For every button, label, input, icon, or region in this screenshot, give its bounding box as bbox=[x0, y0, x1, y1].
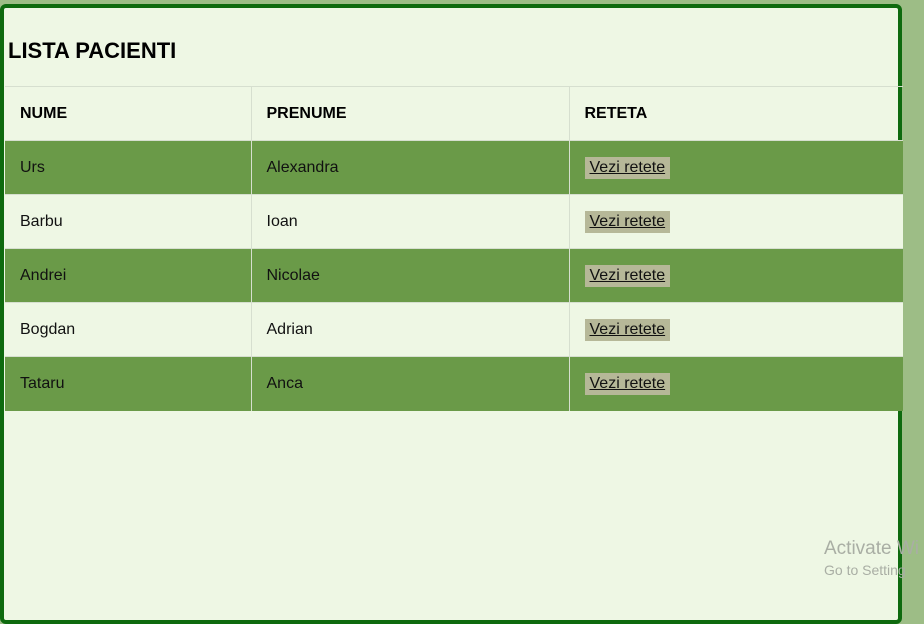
view-prescriptions-button[interactable]: Vezi retete bbox=[584, 318, 671, 341]
view-prescriptions-button[interactable]: Vezi retete bbox=[584, 264, 671, 287]
column-header-reteta: RETETA bbox=[568, 86, 903, 141]
patient-list-panel: LISTA PACIENTI NUME PRENUME RETETA Urs A… bbox=[0, 4, 903, 624]
watermark-subtitle: Go to Setting bbox=[824, 562, 906, 578]
cell-reteta: Vezi retete bbox=[568, 356, 903, 411]
page-title: LISTA PACIENTI bbox=[8, 38, 177, 63]
cell-prenume: Ioan bbox=[250, 194, 569, 249]
cell-reteta: Vezi retete bbox=[568, 140, 903, 195]
cell-prenume: Adrian bbox=[250, 302, 569, 357]
cell-nume: Tataru bbox=[5, 356, 251, 411]
cell-reteta: Vezi retete bbox=[568, 302, 903, 357]
column-header-nume: NUME bbox=[5, 86, 251, 141]
cell-nume: Urs bbox=[5, 140, 251, 195]
cell-prenume: Alexandra bbox=[250, 140, 569, 195]
cell-reteta: Vezi retete bbox=[568, 194, 903, 249]
table-header-row: NUME PRENUME RETETA bbox=[5, 86, 903, 141]
watermark-title: Activate Wi bbox=[824, 538, 920, 559]
table-row: Tataru Anca Vezi retete bbox=[5, 356, 903, 411]
table-row: Andrei Nicolae Vezi retete bbox=[5, 248, 903, 303]
table-row: Bogdan Adrian Vezi retete bbox=[5, 302, 903, 357]
cell-nume: Andrei bbox=[5, 248, 251, 303]
cell-prenume: Anca bbox=[250, 356, 569, 411]
cell-prenume: Nicolae bbox=[250, 248, 569, 303]
cell-reteta: Vezi retete bbox=[568, 248, 903, 303]
cell-nume: Barbu bbox=[5, 194, 251, 249]
column-header-prenume: PRENUME bbox=[250, 86, 569, 141]
patients-table: NUME PRENUME RETETA Urs Alexandra Vezi r… bbox=[5, 86, 903, 411]
view-prescriptions-button[interactable]: Vezi retete bbox=[584, 372, 671, 395]
table-row: Barbu Ioan Vezi retete bbox=[5, 194, 903, 249]
table-row: Urs Alexandra Vezi retete bbox=[5, 140, 903, 195]
view-prescriptions-button[interactable]: Vezi retete bbox=[584, 210, 671, 233]
view-prescriptions-button[interactable]: Vezi retete bbox=[584, 156, 671, 179]
cell-nume: Bogdan bbox=[5, 302, 251, 357]
activation-watermark: Activate Wi Go to Setting bbox=[824, 538, 924, 580]
